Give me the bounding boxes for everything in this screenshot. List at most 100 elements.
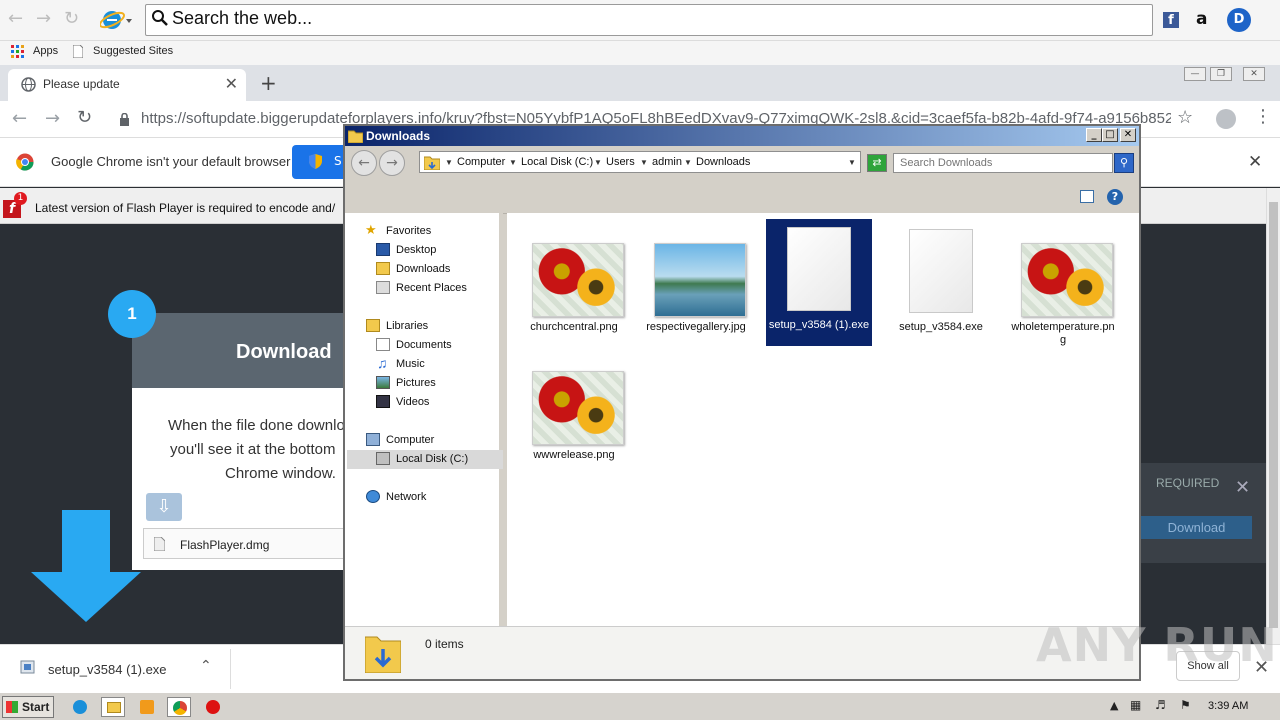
menu-dots-icon[interactable]: ⋮ <box>1254 106 1272 127</box>
explorer-maximize-button[interactable]: □ <box>1102 128 1118 142</box>
nav-favorites[interactable]: ★ Favorites <box>347 222 503 241</box>
file-item[interactable]: wholetemperature.png <box>1010 221 1116 346</box>
taskbar: Start ▲ ▦ ♬ ⚑ 3:39 AM <box>0 692 1280 720</box>
flag-tray-icon[interactable]: ⚑ <box>1180 698 1191 712</box>
nav-computer[interactable]: Computer <box>347 431 503 450</box>
search-input[interactable]: Search the web... <box>145 4 1153 36</box>
panel-download-button[interactable]: Download <box>1141 516 1252 539</box>
reload-icon[interactable]: ↻ <box>77 107 92 128</box>
chevron-up-icon[interactable]: ⌃ <box>200 658 212 674</box>
explorer-taskbar-icon[interactable] <box>101 697 125 717</box>
avatar[interactable] <box>1216 109 1236 129</box>
breadcrumb-local-disk[interactable]: Local Disk (C:) <box>521 156 593 168</box>
breadcrumb-computer[interactable]: Computer <box>457 156 505 168</box>
explorer-search-input[interactable] <box>894 154 1094 172</box>
nav-local-disk[interactable]: Local Disk (C:) <box>347 450 503 469</box>
explorer-title-bar[interactable]: Downloads _ □ ✕ <box>345 126 1139 146</box>
close-window-icon[interactable]: ✕ <box>1243 67 1265 81</box>
breadcrumb-arrow-icon[interactable]: ▼ <box>509 158 517 167</box>
start-label: Start <box>22 700 50 714</box>
breadcrumb-downloads[interactable]: Downloads <box>696 156 750 168</box>
new-tab-plus-icon[interactable]: + <box>260 71 277 95</box>
preview-pane-icon[interactable] <box>1080 190 1094 203</box>
breadcrumb-admin[interactable]: admin <box>652 156 682 168</box>
breadcrumb[interactable]: ▼ Computer ▼ Local Disk (C:) ▼ Users ▼ a… <box>419 151 861 173</box>
infobar-close-icon[interactable]: ✕ <box>1248 152 1262 172</box>
volume-tray-icon[interactable]: ♬ <box>1155 698 1166 712</box>
windows-logo-icon <box>6 701 18 713</box>
bookmark-star-icon[interactable]: ☆ <box>1177 107 1193 128</box>
help-icon[interactable]: ? <box>1107 189 1123 205</box>
file-name: wwwrelease.png <box>533 449 615 461</box>
explorer-search-icon[interactable]: ⚲ <box>1114 153 1134 173</box>
nav-music[interactable]: ♫ Music <box>347 355 503 374</box>
scrollbar-thumb[interactable] <box>1269 202 1278 628</box>
set-default-button[interactable]: S <box>292 145 348 179</box>
restore-icon[interactable]: ❐ <box>1210 67 1232 81</box>
downloads-folder-icon <box>376 262 390 275</box>
bookmark-suggested-sites[interactable]: Suggested Sites <box>93 45 173 57</box>
facebook-icon[interactable]: f <box>1163 12 1179 28</box>
security-alert-taskbar-icon[interactable] <box>201 697 225 717</box>
lock-icon[interactable] <box>119 113 130 126</box>
explorer-search-field[interactable] <box>893 153 1113 173</box>
breadcrumb-arrow-icon[interactable]: ▼ <box>594 158 602 167</box>
downloaded-file-name[interactable]: setup_v3584 (1).exe <box>48 662 167 677</box>
file-item[interactable]: wwwrelease.png <box>521 349 627 474</box>
panel-close-icon[interactable]: ✕ <box>1235 477 1250 498</box>
file-icon <box>154 537 165 551</box>
ie-taskbar-icon[interactable] <box>68 697 92 717</box>
instruction-line-1: When the file done downlo <box>168 417 345 434</box>
breadcrumb-users[interactable]: Users <box>606 156 635 168</box>
clock[interactable]: 3:39 AM <box>1208 700 1248 712</box>
image-thumbnail <box>654 243 746 317</box>
apps-grid-icon <box>11 45 24 58</box>
folder-icon <box>348 130 363 143</box>
media-player-taskbar-icon[interactable] <box>135 697 159 717</box>
profile-d-icon[interactable]: D <box>1227 8 1251 32</box>
nav-videos[interactable]: Videos <box>347 393 503 412</box>
start-button[interactable]: Start <box>2 696 54 718</box>
tray-expand-icon[interactable]: ▲ <box>1110 699 1118 712</box>
videos-icon <box>376 395 390 408</box>
forward-icon[interactable]: → <box>36 8 51 29</box>
explorer-refresh-button[interactable]: ⇄ <box>867 154 887 172</box>
chrome-taskbar-icon[interactable] <box>167 697 191 717</box>
breadcrumb-dropdown-icon[interactable]: ▼ <box>848 158 856 167</box>
image-thumbnail <box>532 371 624 445</box>
nav-desktop[interactable]: Desktop <box>347 241 503 260</box>
nav-documents[interactable]: Documents <box>347 336 503 355</box>
tab-please-update[interactable]: Please update ✕ <box>8 69 246 101</box>
file-chip-name: FlashPlayer.dmg <box>180 538 270 552</box>
nav-network[interactable]: Network <box>347 488 503 507</box>
network-tray-icon[interactable]: ▦ <box>1130 698 1141 712</box>
bookmark-apps[interactable]: Apps <box>33 45 58 57</box>
file-item[interactable]: setup_v3584.exe <box>888 221 994 346</box>
back-arrow-icon[interactable]: ← <box>12 108 27 129</box>
nav-downloads[interactable]: Downloads <box>347 260 503 279</box>
page-scrollbar[interactable] <box>1266 188 1280 644</box>
explorer-close-button[interactable]: ✕ <box>1120 128 1136 142</box>
download-instruction-card: Download When the file done downlo you'l… <box>132 313 348 570</box>
file-item-selected[interactable]: setup_v3584 (1).exe <box>766 219 872 346</box>
nav-pictures[interactable]: Pictures <box>347 374 503 393</box>
instruction-line-3: Chrome window. <box>225 465 336 482</box>
nav-recent-places[interactable]: Recent Places <box>347 279 503 298</box>
forward-arrow-icon[interactable]: → <box>45 108 60 129</box>
back-icon[interactable]: ← <box>8 8 23 29</box>
explorer-back-button[interactable]: ← <box>351 150 377 176</box>
breadcrumb-arrow-icon[interactable]: ▼ <box>684 158 692 167</box>
explorer-forward-button[interactable]: → <box>379 150 405 176</box>
refresh-icon[interactable]: ↻ <box>64 8 79 29</box>
nav-libraries[interactable]: Libraries <box>347 317 503 336</box>
explorer-minimize-button[interactable]: _ <box>1086 128 1102 142</box>
minimize-icon[interactable]: — <box>1184 67 1206 81</box>
breadcrumb-arrow-icon[interactable]: ▼ <box>445 158 453 167</box>
file-item[interactable]: respectivegallery.jpg <box>643 221 749 346</box>
documents-icon <box>376 338 390 351</box>
tab-close-icon[interactable]: ✕ <box>225 74 238 93</box>
breadcrumb-arrow-icon[interactable]: ▼ <box>640 158 648 167</box>
file-item[interactable]: churchcentral.png <box>521 221 627 346</box>
amazon-icon[interactable]: a <box>1196 9 1207 29</box>
ie-logo-icon[interactable] <box>100 8 134 32</box>
